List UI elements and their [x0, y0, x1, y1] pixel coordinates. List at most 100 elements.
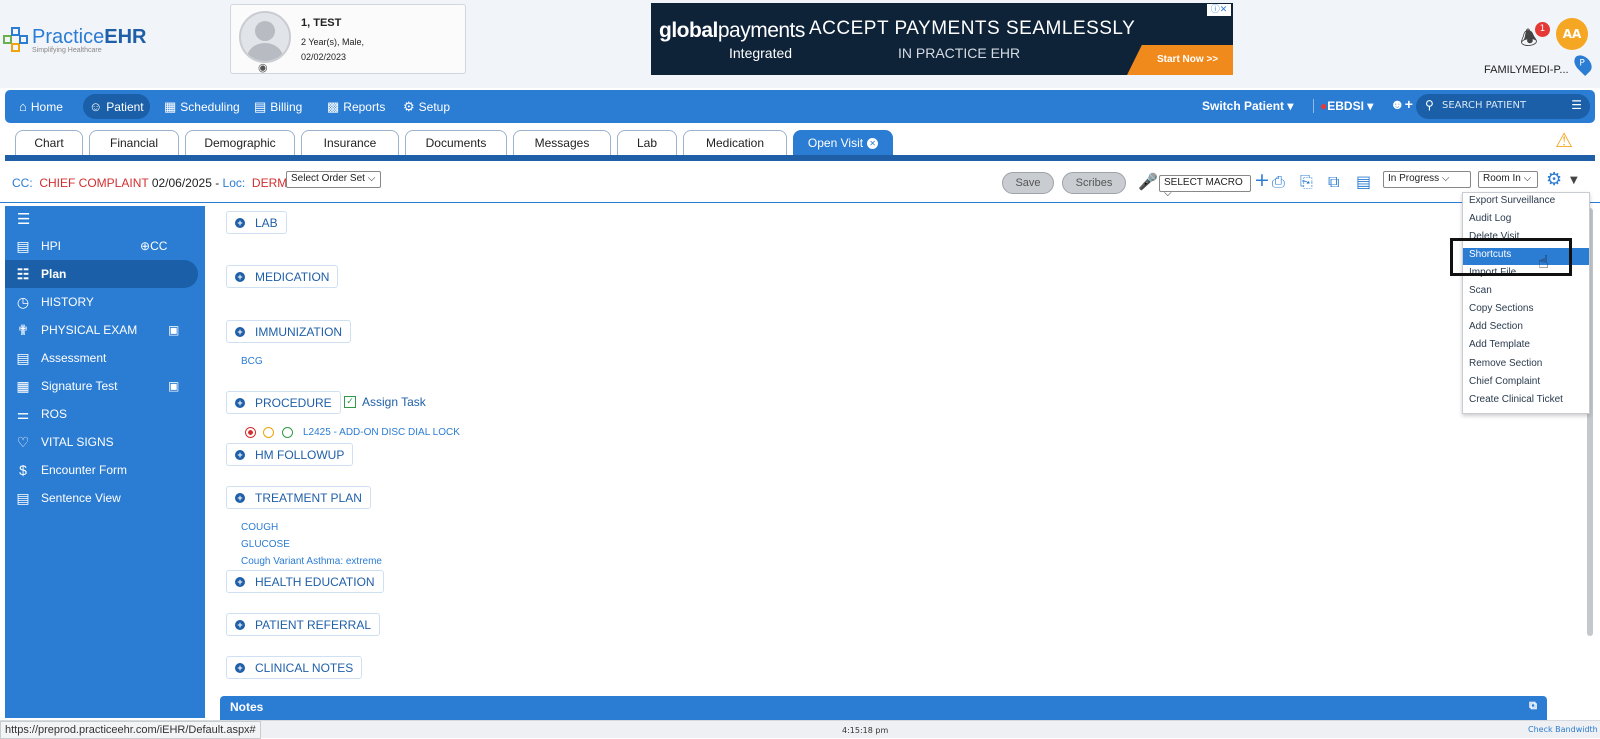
add-cc-button[interactable]: ⊕CC	[140, 239, 167, 253]
tab-documents[interactable]: Documents	[405, 130, 507, 155]
status-green-radio[interactable]	[282, 427, 293, 438]
scribes-button[interactable]: Scribes	[1062, 172, 1126, 194]
image-icon[interactable]: ▣	[168, 323, 179, 337]
treatment-item[interactable]: Cough Variant Asthma: extreme	[241, 556, 382, 567]
notes-panel-header[interactable]: Notes ⧉	[220, 696, 1547, 720]
settings-gear-icon[interactable]: ⚙	[1546, 169, 1562, 190]
macro-select[interactable]: SELECT MACRO ⌵	[1159, 175, 1251, 199]
section-hm-followup[interactable]: + HM FOLLOWUP	[226, 443, 354, 466]
tab-chart[interactable]: Chart	[15, 130, 83, 155]
add-circle-icon: +	[235, 492, 245, 503]
sidebar-item-physical-exam[interactable]: ✟ PHYSICAL EXAM ▣	[5, 316, 198, 344]
form-icon: ▦	[16, 377, 30, 394]
facility-select[interactable]: ●EBDSI ▾	[1313, 99, 1373, 113]
ad-banner[interactable]: globalpayments Integrated ACCEPT PAYMENT…	[651, 3, 1233, 75]
invoice-icon: $	[19, 462, 27, 478]
ad-close-icon[interactable]: ⓘ✕	[1207, 4, 1231, 16]
print-icon[interactable]: ⎙	[1272, 172, 1285, 192]
order-set-select[interactable]: Select Order Set ⌵	[286, 171, 381, 188]
image-icon[interactable]: ▣	[168, 379, 179, 393]
menu-item-scan[interactable]: Scan	[1463, 284, 1589, 301]
fax-icon[interactable]: ⎘	[1300, 172, 1313, 192]
tab-medication[interactable]: Medication	[683, 130, 787, 155]
camera-icon[interactable]: ◉	[258, 61, 268, 74]
immunization-item[interactable]: BCG	[241, 356, 263, 367]
status-red-radio[interactable]	[245, 427, 256, 438]
expand-icon[interactable]: ⧉	[1529, 700, 1537, 713]
section-clinical-notes[interactable]: + CLINICAL NOTES	[226, 656, 363, 679]
section-patient-referral[interactable]: + PATIENT REFERRAL	[226, 613, 381, 636]
org-name[interactable]: FAMILYMEDI-P...	[1484, 64, 1569, 76]
section-treatment-plan[interactable]: + TREATMENT PLAN	[226, 486, 371, 509]
switch-patient-button[interactable]: Switch Patient ▾	[1202, 99, 1293, 113]
add-icon[interactable]: +	[1254, 169, 1270, 191]
tab-lab[interactable]: Lab	[617, 130, 677, 155]
sidebar-item-assessment[interactable]: ▤ Assessment	[5, 344, 198, 372]
sidebar-item-vital-signs[interactable]: ♡ VITAL SIGNS	[5, 428, 198, 456]
tab-insurance[interactable]: Insurance	[301, 130, 399, 155]
section-procedure[interactable]: + PROCEDURE	[226, 391, 341, 414]
document-icon[interactable]: ▤	[1356, 172, 1371, 191]
pointer-hand-icon: ☝	[1538, 252, 1549, 273]
section-immunization[interactable]: + IMMUNIZATION	[226, 320, 352, 343]
assign-task-button[interactable]: ✓ Assign Task	[344, 395, 426, 409]
patient-search-input[interactable]: ⚲ SEARCH PATIENT ☰	[1416, 94, 1590, 119]
chevron-down-icon[interactable]: ▼	[1570, 175, 1578, 186]
nav-reports[interactable]: ▩ Reports	[321, 94, 391, 119]
warning-icon[interactable]: ⚠	[1555, 128, 1573, 152]
menu-item-add-section[interactable]: Add Section	[1463, 320, 1589, 337]
cc-toolbar: CC: CHIEF COMPLAINT 02/06/2025 - Loc: DE…	[0, 167, 1600, 203]
sidebar-item-sentence-view[interactable]: ▤ Sentence View	[5, 484, 198, 512]
nav-scheduling[interactable]: ▦ Scheduling	[158, 94, 246, 119]
menu-item-add-template[interactable]: Add Template	[1463, 338, 1589, 355]
patient-card[interactable]: ◉ 1, TEST 2 Year(s), Male, 02/02/2023	[230, 4, 466, 74]
nav-setup[interactable]: ⚙ Setup	[397, 94, 456, 119]
ad-subheadline: IN PRACTICE EHR	[898, 45, 1021, 61]
sidebar-item-encounter-form[interactable]: $ Encounter Form	[5, 456, 198, 484]
save-button[interactable]: Save	[1002, 172, 1054, 194]
sidebar-item-plan[interactable]: ☷ Plan	[5, 260, 198, 288]
status-select[interactable]: In Progress ⌵	[1383, 171, 1471, 188]
location-pin-icon[interactable]: P	[1570, 51, 1596, 77]
treatment-item[interactable]: COUGH	[241, 522, 278, 533]
copy-icon[interactable]: ⧉	[1328, 172, 1339, 192]
section-lab[interactable]: + LAB	[226, 211, 287, 234]
nav-home[interactable]: ⌂ Home	[13, 94, 69, 119]
user-icon: ☺	[89, 99, 103, 114]
menu-item-remove-section[interactable]: Remove Section	[1463, 357, 1589, 374]
procedure-item[interactable]: L2425 - ADD-ON DISC DIAL LOCK	[303, 427, 460, 438]
tab-messages[interactable]: Messages	[513, 130, 611, 155]
filter-icon[interactable]: ☰	[1571, 98, 1582, 112]
app-logo[interactable]: PracticeEHR Simplifying Healthcare	[3, 22, 146, 58]
tab-open-visit[interactable]: Open Visit ✕	[793, 130, 893, 155]
hamburger-icon[interactable]: ☰	[17, 210, 30, 228]
nav-billing[interactable]: ▤ Billing	[248, 94, 308, 119]
treatment-item[interactable]: GLUCOSE	[241, 539, 290, 550]
clipboard-icon: ▤	[16, 237, 30, 254]
room-select[interactable]: Room In ⌵	[1478, 171, 1538, 188]
menu-item-export-surveillance[interactable]: Export Surveillance	[1463, 194, 1589, 211]
nav-patient[interactable]: ☺ Patient	[83, 94, 150, 119]
checkbox-icon: ✓	[344, 396, 356, 408]
check-bandwidth-link[interactable]: Check Bandwidth	[1528, 725, 1598, 734]
sidebar-item-hpi[interactable]: ▤ HPI ⊕CC	[5, 232, 198, 260]
status-amber-radio[interactable]	[263, 427, 274, 438]
ad-cta-button[interactable]: Start Now >>	[1127, 45, 1233, 75]
sidebar-item-history[interactable]: ◷ HISTORY	[5, 288, 198, 316]
section-medication[interactable]: + MEDICATION	[226, 265, 339, 288]
user-avatar[interactable]: AA	[1556, 18, 1588, 50]
tab-demographic[interactable]: Demographic	[185, 130, 295, 155]
menu-item-copy-sections[interactable]: Copy Sections	[1463, 302, 1589, 319]
ad-headline: ACCEPT PAYMENTS SEAMLESSLY	[809, 18, 1136, 39]
sidebar-item-signature-test[interactable]: ▦ Signature Test ▣	[5, 372, 198, 400]
menu-item-chief-complaint[interactable]: Chief Complaint	[1463, 375, 1589, 392]
sidebar-item-ros[interactable]: ⚌ ROS	[5, 400, 198, 428]
microphone-icon[interactable]: 🎤	[1138, 172, 1158, 191]
close-tab-icon[interactable]: ✕	[867, 138, 879, 149]
search-icon: ⚲	[1425, 98, 1434, 112]
menu-item-create-clinical-ticket[interactable]: Create Clinical Ticket	[1463, 393, 1589, 410]
section-health-education[interactable]: + HEALTH EDUCATION	[226, 570, 384, 593]
add-user-icon[interactable]: ☻+	[1390, 96, 1413, 112]
menu-item-audit-log[interactable]: Audit Log	[1463, 212, 1589, 229]
tab-financial[interactable]: Financial	[89, 130, 179, 155]
